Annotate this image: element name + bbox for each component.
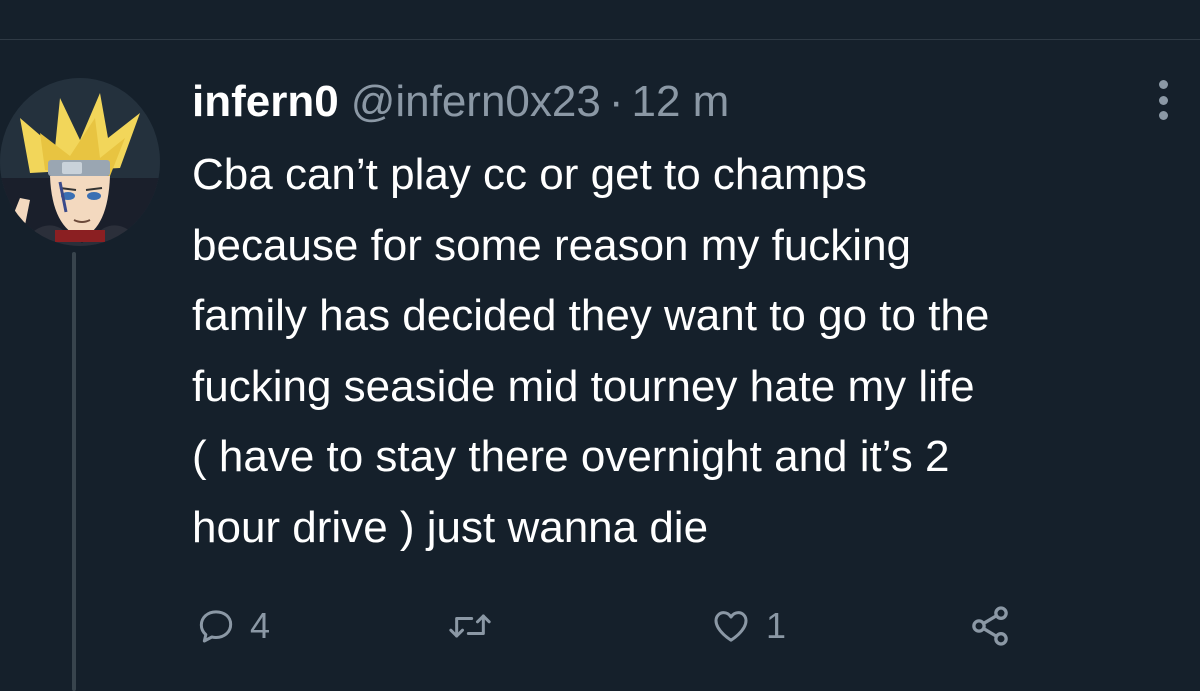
retweet-button[interactable] bbox=[448, 600, 506, 652]
retweet-icon bbox=[449, 614, 491, 638]
thread-line bbox=[72, 252, 76, 691]
tweet-actions: 4 1 bbox=[192, 600, 1092, 652]
avatar[interactable] bbox=[0, 78, 160, 246]
like-button[interactable]: 1 bbox=[710, 600, 786, 652]
anime-character-avatar-image bbox=[0, 78, 160, 246]
tweet-text: Cba can’t play cc or get to champs becau… bbox=[192, 150, 990, 552]
share-icon bbox=[972, 606, 1008, 646]
reply-button[interactable]: 4 bbox=[196, 600, 270, 652]
more-options-button[interactable] bbox=[1148, 76, 1178, 124]
more-dot-icon bbox=[1158, 111, 1168, 120]
tweet-timestamp[interactable]: 12 m bbox=[632, 72, 730, 132]
user-handle[interactable]: @infern0x23 bbox=[351, 72, 601, 132]
reply-count: 4 bbox=[250, 605, 271, 646]
top-divider bbox=[0, 39, 1200, 40]
share-button[interactable] bbox=[968, 600, 1012, 652]
more-dot-icon bbox=[1158, 95, 1168, 105]
tweet-header: infern0 @infern0x23 · 12 m bbox=[192, 72, 729, 132]
header-separator: · bbox=[608, 77, 624, 126]
like-count: 1 bbox=[766, 605, 787, 646]
reply-icon bbox=[199, 610, 233, 643]
heart-icon bbox=[714, 611, 748, 642]
display-name[interactable]: infern0 bbox=[192, 72, 339, 132]
more-dot-icon bbox=[1158, 80, 1168, 89]
